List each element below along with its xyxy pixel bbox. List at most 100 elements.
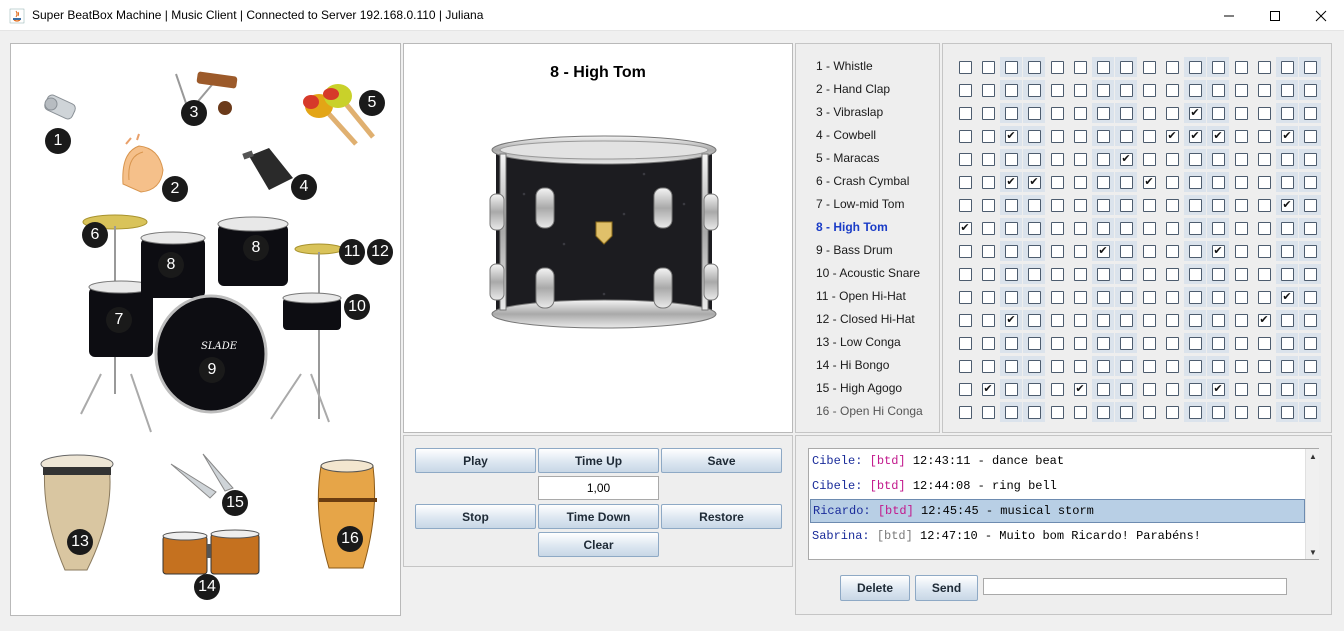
beat-checkbox[interactable] [1211,221,1225,235]
delete-button[interactable]: Delete [840,575,910,601]
beat-checkbox[interactable] [1211,359,1225,373]
beat-checkbox[interactable] [1234,313,1248,327]
beat-checkbox[interactable] [1188,290,1202,304]
minimize-button[interactable] [1206,0,1252,31]
beat-checkbox[interactable] [1234,106,1248,120]
beat-checkbox[interactable] [1211,175,1225,189]
beat-checkbox[interactable] [1234,405,1248,419]
beat-checkbox[interactable] [1096,152,1110,166]
save-button[interactable]: Save [661,448,782,473]
beat-checkbox[interactable] [1280,106,1294,120]
beat-checkbox[interactable] [1119,290,1133,304]
beat-checkbox[interactable] [1142,267,1156,281]
beat-checkbox[interactable] [1142,405,1156,419]
beat-checkbox[interactable] [1280,60,1294,74]
beat-checkbox[interactable] [1073,221,1087,235]
beat-checkbox[interactable] [1257,382,1271,396]
beat-checkbox[interactable] [1303,290,1317,304]
beat-checkbox[interactable] [981,152,995,166]
beat-checkbox-checked[interactable]: ✔ [1165,129,1179,143]
beat-checkbox[interactable] [1188,175,1202,189]
beat-checkbox[interactable] [1004,244,1018,258]
beat-checkbox[interactable] [1027,221,1041,235]
beat-checkbox[interactable] [1027,106,1041,120]
beat-checkbox[interactable] [1280,336,1294,350]
beat-checkbox[interactable] [1165,244,1179,258]
beat-checkbox[interactable] [1119,313,1133,327]
time-up-button[interactable]: Time Up [538,448,659,473]
beat-checkbox[interactable] [1280,359,1294,373]
instrument-item[interactable]: 7 - Low-mid Tom [816,197,904,215]
beat-checkbox[interactable] [981,83,995,97]
beat-checkbox[interactable] [1142,313,1156,327]
beat-checkbox[interactable] [1142,382,1156,396]
beat-checkbox[interactable] [1119,359,1133,373]
beat-checkbox[interactable] [1234,244,1248,258]
beat-checkbox[interactable] [1096,60,1110,74]
beat-checkbox[interactable] [958,106,972,120]
time-down-button[interactable]: Time Down [538,504,659,529]
beat-checkbox[interactable] [1234,198,1248,212]
beat-checkbox[interactable] [1303,359,1317,373]
beat-checkbox[interactable] [1303,60,1317,74]
beat-checkbox[interactable] [1211,60,1225,74]
beat-checkbox[interactable] [1027,313,1041,327]
beat-checkbox[interactable] [1073,267,1087,281]
beat-checkbox[interactable] [1280,313,1294,327]
beat-checkbox[interactable] [1050,83,1064,97]
beat-checkbox[interactable] [1188,313,1202,327]
beat-checkbox[interactable] [1142,221,1156,235]
beat-checkbox-checked[interactable]: ✔ [981,382,995,396]
beat-checkbox[interactable] [1303,221,1317,235]
beat-checkbox[interactable] [1211,313,1225,327]
beat-checkbox[interactable] [1096,382,1110,396]
beat-checkbox[interactable] [1004,198,1018,212]
beat-checkbox[interactable] [1027,83,1041,97]
instrument-item[interactable]: 10 - Acoustic Snare [816,266,920,284]
beat-checkbox[interactable] [1119,198,1133,212]
beat-checkbox[interactable] [1027,405,1041,419]
instrument-item[interactable]: 8 - High Tom [816,220,888,238]
beat-checkbox[interactable] [1073,198,1087,212]
beat-checkbox[interactable] [1257,267,1271,281]
beat-checkbox[interactable] [1165,336,1179,350]
instrument-item[interactable]: 14 - Hi Bongo [816,358,889,376]
beat-checkbox[interactable] [1257,244,1271,258]
beat-checkbox[interactable] [1096,267,1110,281]
beat-checkbox[interactable] [1119,244,1133,258]
beat-checkbox[interactable] [1050,405,1064,419]
beat-checkbox[interactable] [981,290,995,304]
chat-message[interactable]: Cibele: [btd] 12:44:08 - ring bell [810,474,1305,498]
beat-checkbox[interactable] [1280,382,1294,396]
instrument-item[interactable]: 11 - Open Hi-Hat [816,289,906,307]
beat-checkbox-checked[interactable]: ✔ [1004,313,1018,327]
beat-checkbox[interactable] [1257,221,1271,235]
beat-checkbox[interactable] [1096,313,1110,327]
tempo-field[interactable]: 1,00 [538,476,659,500]
beat-checkbox[interactable] [1073,290,1087,304]
beat-checkbox[interactable] [1050,244,1064,258]
beat-checkbox[interactable] [1257,198,1271,212]
beat-checkbox[interactable] [1188,382,1202,396]
beat-checkbox[interactable] [981,336,995,350]
beat-checkbox[interactable] [981,267,995,281]
beat-checkbox[interactable] [1303,313,1317,327]
beat-checkbox[interactable] [1073,244,1087,258]
beat-checkbox[interactable] [958,405,972,419]
beat-checkbox[interactable] [1188,405,1202,419]
beat-checkbox[interactable] [1142,60,1156,74]
beat-checkbox-checked[interactable]: ✔ [1119,152,1133,166]
beat-checkbox[interactable] [1119,83,1133,97]
beat-checkbox[interactable] [1188,152,1202,166]
beat-checkbox[interactable] [1188,198,1202,212]
beat-checkbox[interactable] [1234,152,1248,166]
beat-checkbox[interactable] [1234,336,1248,350]
beat-checkbox[interactable] [1073,336,1087,350]
beat-checkbox[interactable] [1142,106,1156,120]
beat-checkbox[interactable] [958,175,972,189]
beat-checkbox[interactable] [1119,267,1133,281]
beat-checkbox[interactable] [1050,129,1064,143]
beat-checkbox[interactable] [981,221,995,235]
beat-checkbox[interactable] [1142,290,1156,304]
beat-checkbox[interactable] [981,175,995,189]
